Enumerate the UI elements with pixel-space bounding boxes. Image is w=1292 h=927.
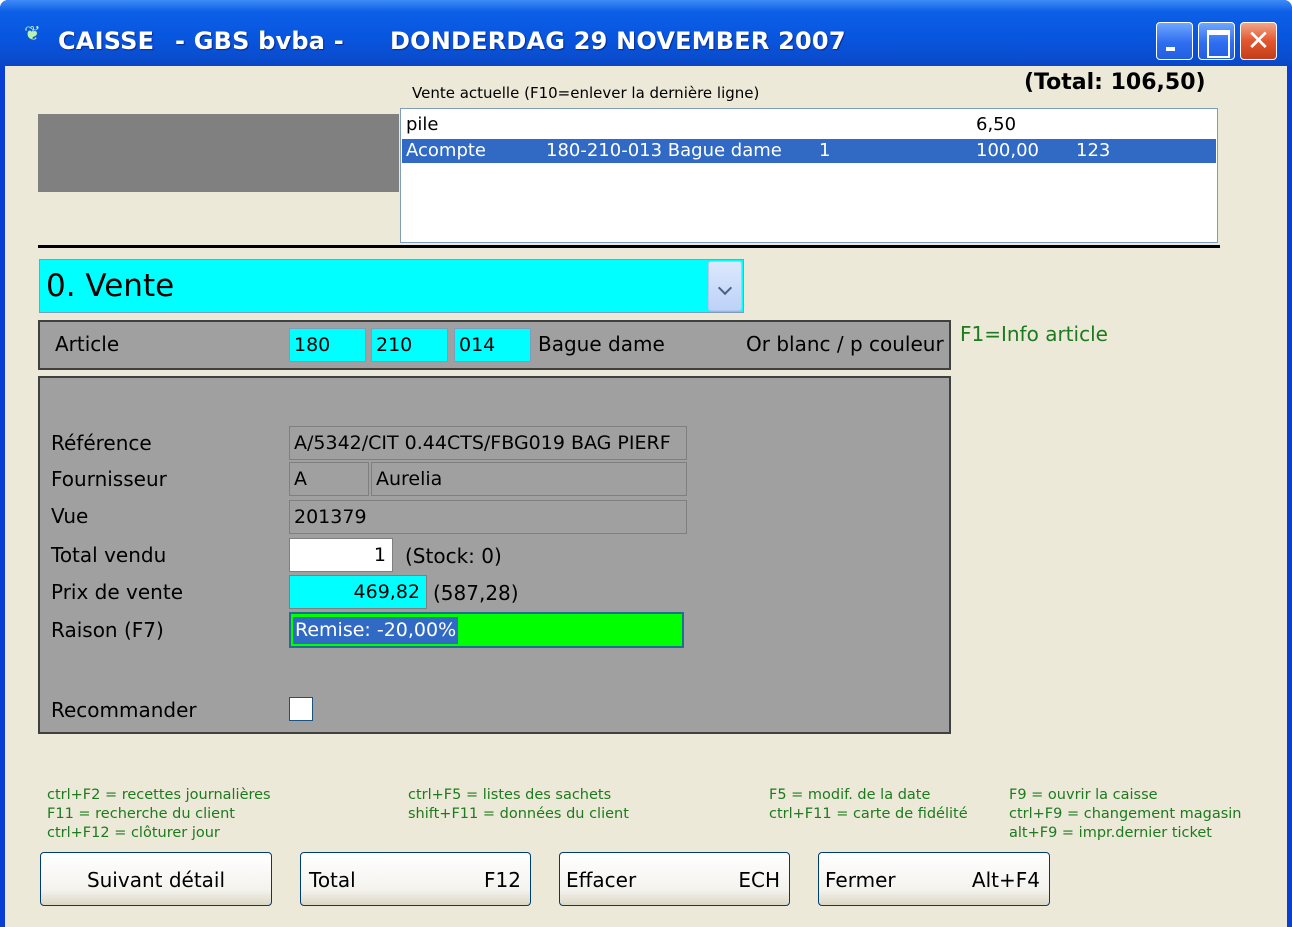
shortcut-customer-data: shift+F11 = données du client	[408, 806, 629, 822]
minimize-button[interactable]	[1156, 22, 1193, 60]
close-button[interactable]: Fermer Alt+F4	[818, 852, 1050, 906]
sale-line-amount: 100,00	[976, 140, 1039, 161]
shortcut-group-1: ctrl+F2 = recettes journalières F11 = re…	[47, 786, 271, 843]
shortcut-close-day: ctrl+F12 = clôturer jour	[47, 825, 220, 841]
next-detail-button[interactable]: Suivant détail	[40, 852, 272, 906]
total-button-label: Total	[309, 868, 356, 892]
reference-field: A/5342/CIT 0.44CTS/FBG019 BAG PIERF	[289, 426, 687, 460]
stock-text: (Stock: 0)	[405, 544, 502, 568]
article-name: Bague dame	[538, 332, 665, 356]
erase-button-label: Effacer	[566, 868, 637, 892]
info-article-hint: F1=Info article	[960, 322, 1108, 346]
customer-display-area	[38, 114, 399, 192]
reason-field[interactable]: Remise: -20,00%	[289, 612, 684, 648]
sale-total: (Total: 106,50)	[1024, 70, 1206, 95]
sale-line-type: pile	[406, 114, 439, 135]
shortcut-bag-lists: ctrl+F5 = listes des sachets	[408, 787, 612, 803]
shortcut-loyalty-card: ctrl+F11 = carte de fidélité	[769, 806, 968, 822]
total-sold-input[interactable]: 1	[289, 538, 393, 572]
article-code3-input[interactable]: 014	[454, 328, 531, 362]
supplier-code-field: A	[289, 462, 369, 496]
next-detail-label: Suivant détail	[86, 868, 226, 892]
total-button-key: F12	[484, 868, 521, 892]
close-button-label: Fermer	[825, 868, 896, 892]
price-input[interactable]: 469,82	[289, 575, 427, 609]
app-icon: ❦	[24, 21, 41, 45]
supplier-name-field: Aurelia	[371, 462, 687, 496]
price-label: Prix de vente	[51, 580, 184, 604]
recommend-label: Recommander	[51, 698, 197, 722]
title-app: CAISSE	[58, 27, 155, 55]
close-button-key: Alt+F4	[971, 868, 1040, 892]
sale-line-type: Acompte	[406, 140, 486, 161]
title-company: - GBS bvba -	[175, 27, 344, 55]
article-variant: Or blanc / p couleur	[746, 332, 944, 356]
article-panel: Article 180 210 014 Bague dame Or blanc …	[38, 320, 951, 370]
sale-lines-list[interactable]: pile 6,50 Acompte 180-210-013 Bague dame…	[400, 108, 1218, 243]
maximize-button[interactable]	[1198, 22, 1235, 60]
shortcut-change-store: ctrl+F9 = changement magasin	[1009, 806, 1242, 822]
shortcut-edit-date: F5 = modif. de la date	[769, 787, 931, 803]
total-button[interactable]: Total F12	[300, 852, 531, 906]
reason-value: Remise: -20,00%	[293, 617, 459, 644]
chevron-down-icon[interactable]	[708, 261, 742, 311]
sale-line-code: 123	[1076, 140, 1111, 161]
sale-line-description: 180-210-013 Bague dame	[546, 140, 782, 161]
close-icon: ✕	[1246, 24, 1271, 57]
sale-line[interactable]: pile 6,50	[402, 113, 1216, 137]
sale-line-amount: 6,50	[976, 114, 1017, 135]
article-code1-input[interactable]: 180	[289, 328, 366, 362]
mode-select[interactable]: 0. Vente	[39, 259, 744, 313]
reference-label: Référence	[51, 431, 152, 455]
shortcut-customer-search: F11 = recherche du client	[47, 806, 235, 822]
sale-line-qty: 1	[819, 140, 831, 161]
title-date: DONDERDAG 29 NOVEMBER 2007	[390, 27, 846, 55]
total-sold-label: Total vendu	[51, 543, 167, 567]
separator-line	[38, 245, 1220, 248]
shortcut-group-3: F5 = modif. de la date ctrl+F11 = carte …	[769, 786, 968, 824]
article-label: Article	[55, 332, 120, 356]
view-field: 201379	[289, 500, 687, 534]
sale-list-caption: Vente actuelle (F10=enlever la dernière …	[412, 84, 760, 102]
shortcut-daily-receipts: ctrl+F2 = recettes journalières	[47, 787, 271, 803]
erase-button[interactable]: Effacer ECH	[559, 852, 790, 906]
shortcut-group-4: F9 = ouvrir la caisse ctrl+F9 = changeme…	[1009, 786, 1242, 843]
supplier-label: Fournisseur	[51, 467, 167, 491]
mode-select-value: 0. Vente	[46, 268, 175, 304]
reason-label: Raison (F7)	[51, 618, 164, 642]
article-code2-input[interactable]: 210	[371, 328, 448, 362]
sale-line-selected[interactable]: Acompte 180-210-013 Bague dame 1 100,00 …	[402, 139, 1216, 163]
original-price-text: (587,28)	[433, 581, 519, 605]
article-detail-panel: Référence A/5342/CIT 0.44CTS/FBG019 BAG …	[38, 376, 951, 734]
recommend-checkbox[interactable]	[289, 697, 313, 721]
view-label: Vue	[51, 504, 89, 528]
erase-button-key: ECH	[738, 868, 780, 892]
shortcut-group-2: ctrl+F5 = listes des sachets shift+F11 =…	[408, 786, 629, 824]
close-window-button[interactable]: ✕	[1240, 22, 1277, 60]
title-bar[interactable]: ❦ CAISSE - GBS bvba - DONDERDAG 29 NOVEM…	[0, 0, 1292, 66]
shortcut-open-drawer: F9 = ouvrir la caisse	[1009, 787, 1158, 803]
shortcut-print-last-ticket: alt+F9 = impr.dernier ticket	[1009, 825, 1212, 841]
